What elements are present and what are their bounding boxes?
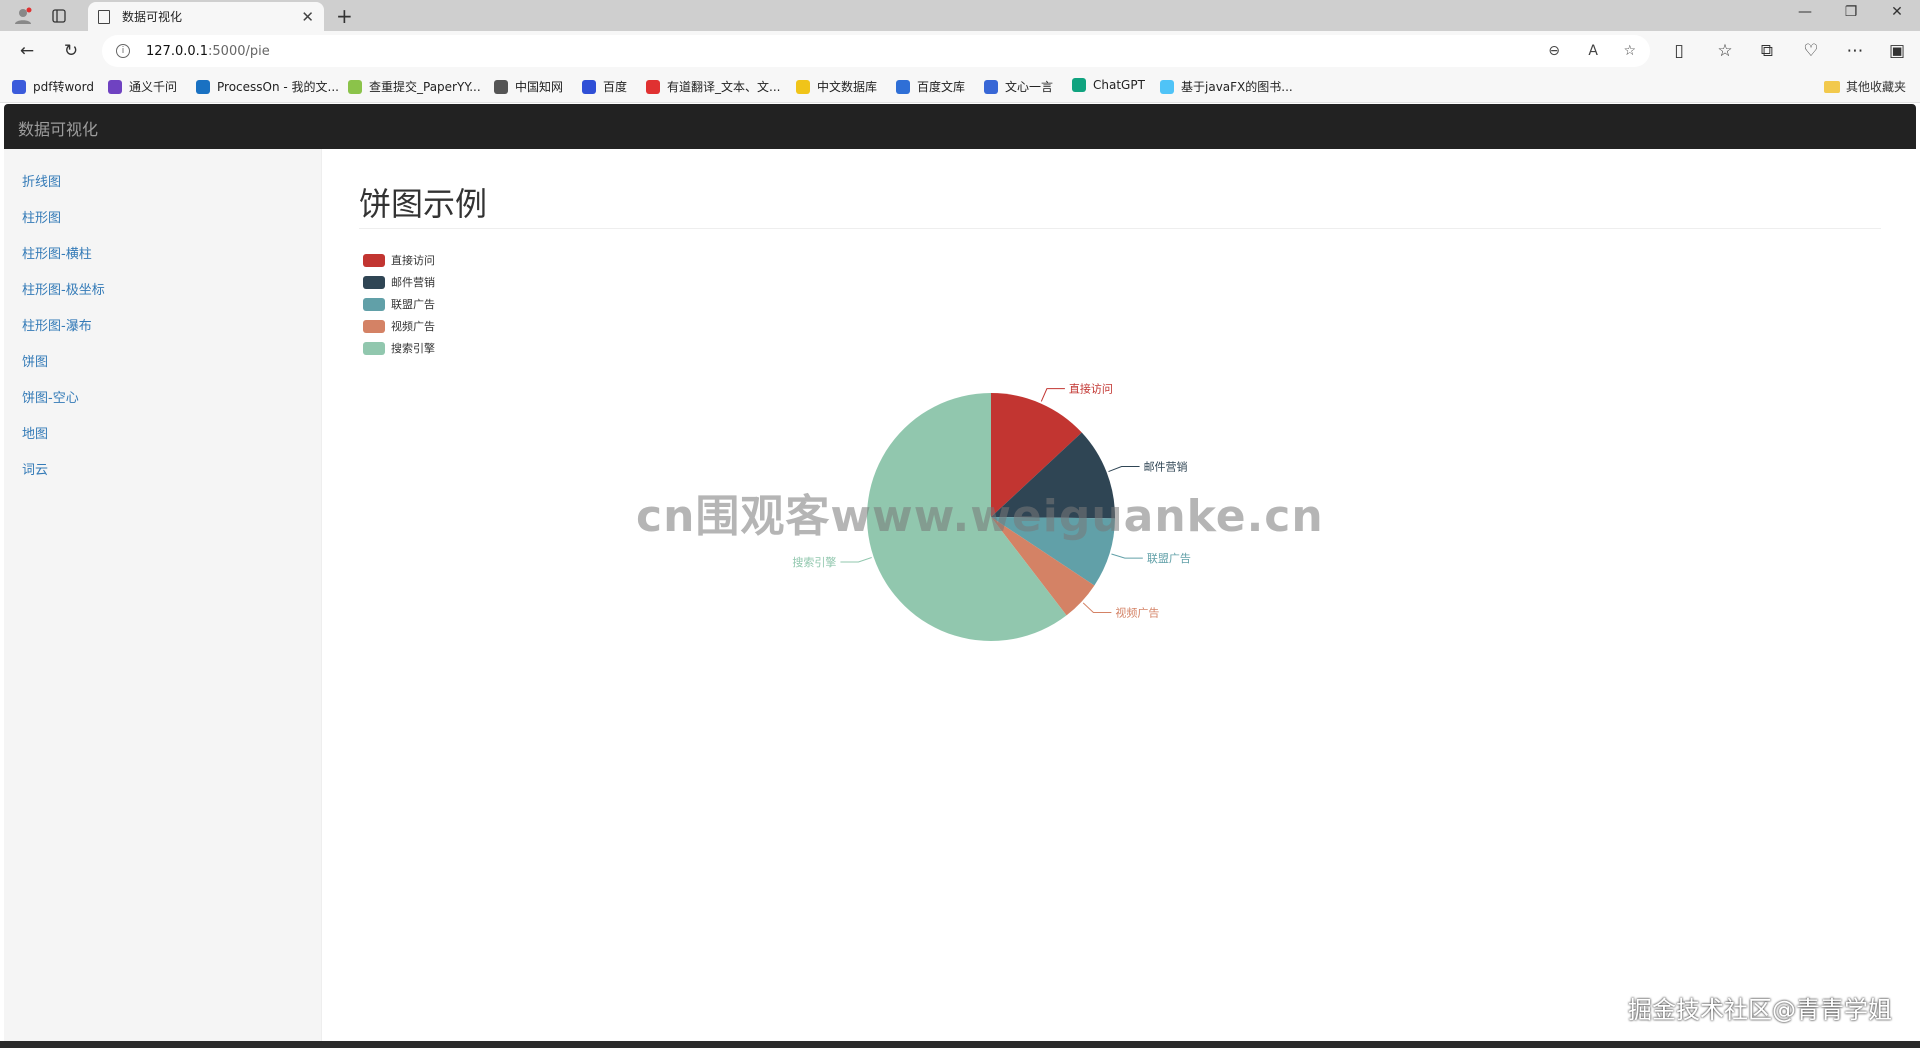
bookmark-label: ChatGPT <box>1093 78 1145 92</box>
refresh-icon[interactable]: ↻ <box>58 39 84 63</box>
sidebar-item-waterfall-bar[interactable]: 柱形图-瀑布 <box>4 309 321 345</box>
bookmark-icon <box>646 79 660 94</box>
sidebar-item-bar-chart[interactable]: 柱形图 <box>4 201 321 237</box>
bookmark-label: 通义千问 <box>129 80 178 94</box>
browser-tab-strip: 数据可视化 ✕ + — ❐ ✕ <box>0 0 1920 31</box>
window-close-icon[interactable]: ✕ <box>1874 4 1920 20</box>
sidebar-toggle-icon[interactable]: ▣ <box>1884 39 1910 63</box>
more-menu-icon[interactable]: ⋯ <box>1842 39 1868 63</box>
bookmark-icon <box>1160 79 1174 94</box>
bookmark-icon <box>348 79 362 94</box>
zoom-icon[interactable]: ⊖ <box>1548 43 1560 59</box>
sidebar: 折线图 柱形图 柱形图-横柱 柱形图-极坐标 柱形图-瀑布 饼图 饼图-空心 地… <box>4 149 322 1041</box>
bookmark-label: 百度文库 <box>917 80 966 94</box>
bookmark-item[interactable]: 查重提交_PaperYY... <box>348 78 481 95</box>
sidebar-item-horizontal-bar[interactable]: 柱形图-横柱 <box>4 237 321 273</box>
corner-watermark: 掘金技术社区@青青学姐 <box>1628 996 1892 1024</box>
watermark: cn围观客www.weiguanke.cn <box>636 491 1324 542</box>
split-screen-icon[interactable]: ▯ <box>1666 39 1692 63</box>
minimize-icon[interactable]: — <box>1782 4 1828 20</box>
tab-title: 数据可视化 <box>122 10 183 24</box>
other-bookmarks-label: 其他收藏夹 <box>1845 80 1906 94</box>
tab-active[interactable]: 数据可视化 ✕ <box>88 2 324 31</box>
bookmark-icon <box>984 79 998 94</box>
sidebar-item-donut[interactable]: 饼图-空心 <box>4 381 321 417</box>
bookmark-label: 中文数据库 <box>817 80 878 94</box>
app-brand[interactable]: 数据可视化 <box>18 116 98 140</box>
tab-close-icon[interactable]: ✕ <box>301 8 314 26</box>
favorite-star-icon[interactable]: ☆ <box>1623 43 1636 59</box>
back-icon[interactable]: ← <box>14 39 40 63</box>
sidebar-item-word-cloud[interactable]: 词云 <box>4 453 321 489</box>
bookmark-item[interactable]: pdf转word <box>12 78 94 95</box>
read-aloud-icon[interactable]: A <box>1588 43 1598 59</box>
sidebar-item-pie[interactable]: 饼图 <box>4 345 321 381</box>
folder-icon <box>1823 80 1840 93</box>
bookmark-item[interactable]: 基于javaFX的图书... <box>1160 78 1293 95</box>
sidebar-item-map[interactable]: 地图 <box>4 417 321 453</box>
bookmark-item[interactable]: 有道翻译_文本、文... <box>646 78 780 95</box>
browser-toolbar: ← ↻ i 127.0.0.1:5000/pie ⊖ A ☆ ▯ ☆ ⧉ ♡ ⋯… <box>0 31 1920 71</box>
bookmark-label: 有道翻译_文本、文... <box>667 80 781 94</box>
pie-slice-label: 联盟广告 <box>1147 552 1191 565</box>
pie-label-line <box>1108 465 1140 473</box>
url-host: 127.0.0.1 <box>146 43 209 59</box>
sidebar-item-polar-bar[interactable]: 柱形图-极坐标 <box>4 273 321 309</box>
bookmark-icon <box>494 79 508 94</box>
bookmark-label: 百度 <box>603 80 628 94</box>
bookmark-icon <box>108 79 122 94</box>
bookmark-icon <box>582 79 596 94</box>
bookmark-label: 基于javaFX的图书... <box>1181 80 1293 94</box>
favorites-icon[interactable]: ☆ <box>1712 39 1738 63</box>
pie-label-line <box>1040 388 1065 402</box>
pie-slice-label: 邮件营销 <box>1144 459 1188 473</box>
other-bookmarks[interactable]: 其他收藏夹 <box>1823 78 1906 95</box>
bookmark-icon <box>796 79 810 94</box>
site-info-icon[interactable]: i <box>116 44 130 58</box>
tab-actions-icon[interactable] <box>46 4 72 28</box>
browser-essentials-icon[interactable]: ♡ <box>1798 39 1824 63</box>
address-bar[interactable]: i 127.0.0.1:5000/pie ⊖ A ☆ <box>102 35 1650 67</box>
bookmark-icon <box>196 79 210 94</box>
taskbar-strip <box>0 1041 1920 1048</box>
bookmark-label: 文心一言 <box>1005 80 1054 94</box>
bookmark-item[interactable]: ProcessOn - 我的文... <box>196 78 339 95</box>
bookmark-item[interactable]: 通义千问 <box>108 78 177 95</box>
bookmark-item[interactable]: 百度文库 <box>896 78 965 95</box>
bookmark-item[interactable]: ChatGPT <box>1072 78 1145 92</box>
bookmark-icon <box>896 79 910 94</box>
bookmark-label: 中国知网 <box>515 80 564 94</box>
collections-icon[interactable]: ⧉ <box>1754 39 1780 63</box>
bookmarks-bar: pdf转word 通义千问 ProcessOn - 我的文... 查重提交_Pa… <box>0 71 1920 103</box>
pie-label-line <box>840 557 872 563</box>
bookmark-item[interactable]: 百度 <box>582 78 627 95</box>
pie-slice-label: 直接访问 <box>1069 382 1113 396</box>
pie-slice-label: 搜索引擎 <box>792 555 836 569</box>
bookmark-label: 查重提交_PaperYY... <box>369 80 481 94</box>
profile-icon[interactable] <box>10 4 36 28</box>
bookmark-icon <box>12 79 26 94</box>
pie-label-line <box>1082 602 1112 613</box>
bookmark-item[interactable]: 中文数据库 <box>796 78 877 95</box>
app-navbar: 数据可视化 <box>4 104 1916 149</box>
sidebar-item-line-chart[interactable]: 折线图 <box>4 165 321 201</box>
main-content: 饼图示例 直接访问 邮件营销 联盟广告 视频广告 搜索引擎 直接访问 邮件营销 联盟广告 视频… <box>323 149 1916 1041</box>
bookmark-label: pdf转word <box>33 80 94 94</box>
bookmark-item[interactable]: 文心一言 <box>984 78 1053 95</box>
new-tab-icon[interactable]: + <box>336 4 353 28</box>
bookmark-icon <box>1072 78 1086 92</box>
restore-icon[interactable]: ❐ <box>1828 4 1874 20</box>
pie-chart: 直接访问邮件营销联盟广告视频广告 搜索引擎 <box>792 382 1191 641</box>
page-icon <box>98 9 110 24</box>
pie-slice-label: 视频广告 <box>1115 605 1159 619</box>
bookmark-label: ProcessOn - 我的文... <box>217 80 339 94</box>
bookmark-item[interactable]: 中国知网 <box>494 78 563 95</box>
url-path: :5000/pie <box>208 43 270 59</box>
pie-label-line <box>1111 553 1143 559</box>
